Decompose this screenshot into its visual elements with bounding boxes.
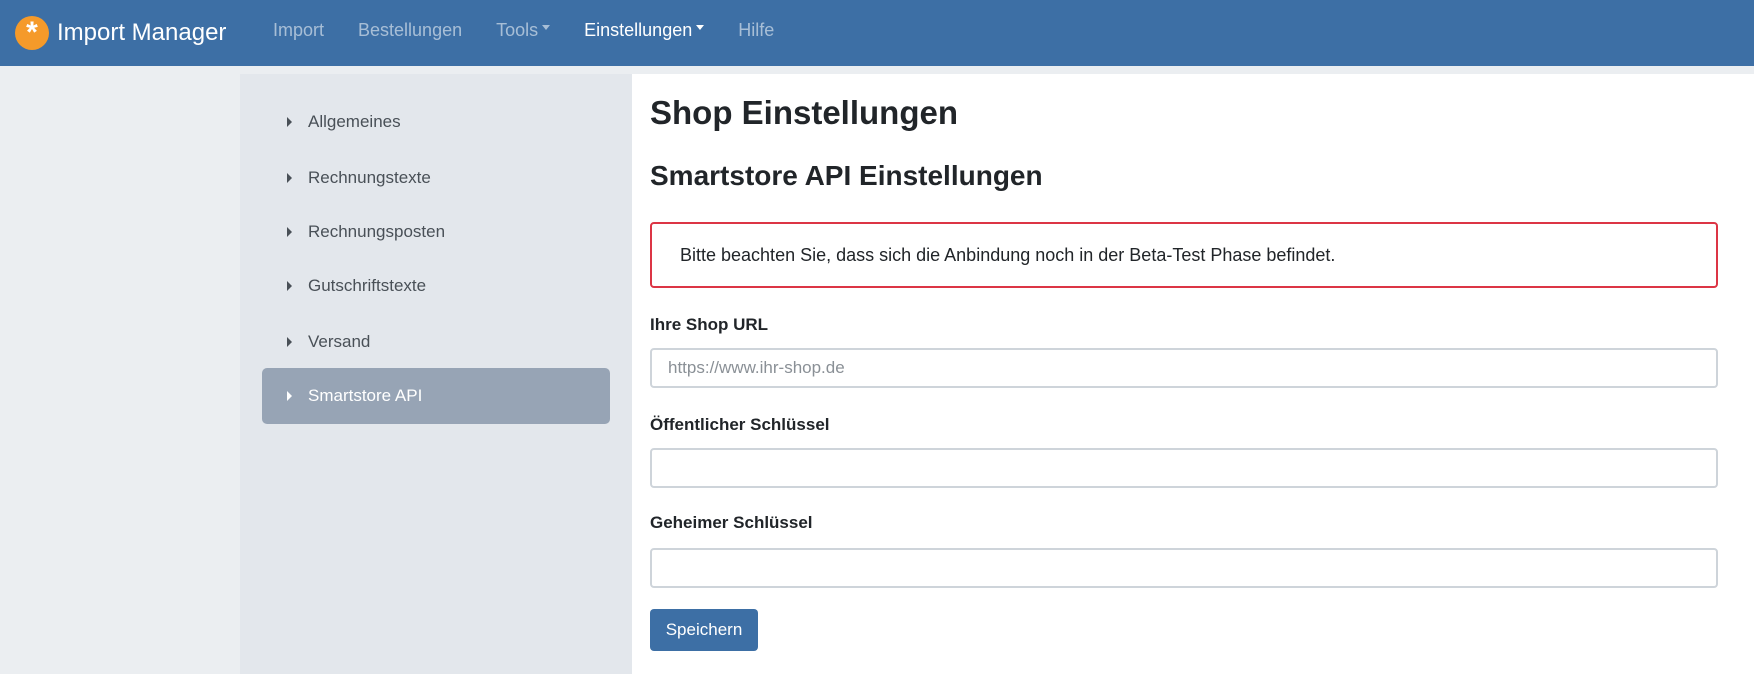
sidebar-item-label: Allgemeines bbox=[308, 112, 401, 131]
alert-text: Bitte beachten Sie, dass sich die Anbind… bbox=[680, 244, 1336, 265]
public-key-input[interactable] bbox=[650, 448, 1718, 488]
asterisk-logo-icon: * bbox=[15, 16, 49, 50]
brand-name: Import Manager bbox=[57, 19, 227, 46]
brand[interactable]: * Import Manager bbox=[15, 16, 226, 50]
caret-right-icon bbox=[287, 173, 292, 183]
sidebar-item-smartstore-api[interactable]: Smartstore API bbox=[262, 368, 610, 424]
caret-right-icon bbox=[287, 227, 292, 237]
sidebar-item-rechnungsposten[interactable]: Rechnungsposten bbox=[262, 204, 610, 260]
nav-tools-label: Tools bbox=[496, 19, 539, 40]
settings-sidebar: Allgemeines Rechnungstexte Rechnungspost… bbox=[240, 74, 632, 674]
sidebar-item-rechnungstexte[interactable]: Rechnungstexte bbox=[262, 150, 610, 206]
caret-right-icon bbox=[287, 391, 292, 401]
main-content: Shop Einstellungen Smartstore API Einste… bbox=[632, 74, 1754, 674]
secret-key-label: Geheimer Schlüssel bbox=[650, 513, 813, 532]
sidebar-item-label: Rechnungsposten bbox=[308, 222, 446, 241]
top-navbar: * Import Manager Import Bestellungen Too… bbox=[0, 0, 1754, 66]
caret-down-icon bbox=[696, 25, 705, 31]
shop-url-label: Ihre Shop URL bbox=[650, 315, 769, 334]
nav-links: Import Bestellungen Tools Einstellungen … bbox=[273, 0, 808, 60]
beta-warning-alert: Bitte beachten Sie, dass sich die Anbind… bbox=[650, 222, 1718, 288]
sidebar-item-label: Gutschriftstexte bbox=[308, 276, 427, 295]
sidebar-item-gutschriftstexte[interactable]: Gutschriftstexte bbox=[262, 258, 610, 314]
caret-right-icon bbox=[287, 117, 292, 127]
sidebar-item-label: Rechnungstexte bbox=[308, 168, 431, 187]
save-button[interactable]: Speichern bbox=[650, 609, 758, 651]
nav-hilfe[interactable]: Hilfe bbox=[738, 20, 774, 41]
caret-right-icon bbox=[287, 281, 292, 291]
nav-tools-dropdown[interactable]: Tools bbox=[496, 19, 551, 41]
sidebar-item-label: Smartstore API bbox=[308, 386, 423, 405]
nav-import[interactable]: Import bbox=[273, 20, 324, 41]
sidebar-item-allgemeines[interactable]: Allgemeines bbox=[262, 94, 610, 150]
section-title: Smartstore API Einstellungen bbox=[650, 160, 1043, 191]
sidebar-item-versand[interactable]: Versand bbox=[262, 314, 610, 370]
nav-einstellungen-dropdown[interactable]: Einstellungen bbox=[584, 19, 705, 41]
caret-right-icon bbox=[287, 337, 292, 347]
secret-key-input[interactable] bbox=[650, 548, 1718, 588]
caret-down-icon bbox=[542, 25, 551, 31]
sidebar-item-label: Versand bbox=[308, 332, 371, 351]
nav-bestellungen[interactable]: Bestellungen bbox=[358, 20, 462, 41]
shop-url-input[interactable] bbox=[650, 348, 1718, 388]
nav-einstellungen-label: Einstellungen bbox=[584, 19, 693, 40]
public-key-label: Öffentlicher Schlüssel bbox=[650, 415, 830, 434]
page-title: Shop Einstellungen bbox=[650, 94, 959, 131]
